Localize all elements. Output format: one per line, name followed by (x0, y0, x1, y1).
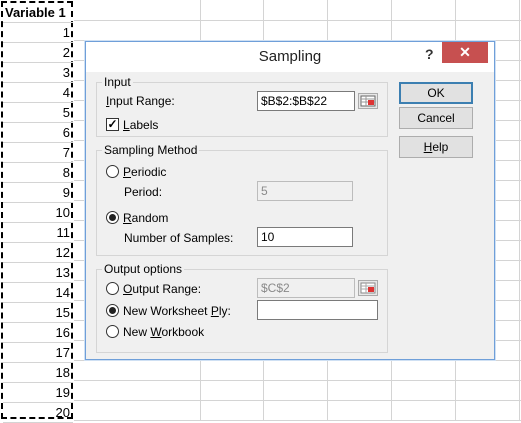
cancel-button[interactable]: Cancel (399, 107, 473, 129)
row-number-cell[interactable]: 5 (3, 103, 73, 123)
row-number-cell[interactable]: 2 (3, 43, 73, 63)
output-range-label: Output Range: (123, 282, 202, 296)
output-range-radio[interactable] (106, 282, 119, 295)
sampling-dialog: Sampling ? ✕ Input Input Range: $B$2:$B$… (85, 41, 495, 360)
row-number-cell[interactable]: 13 (3, 263, 73, 283)
periodic-label: Periodic (123, 165, 167, 179)
period-label: Period: (124, 185, 163, 199)
grid-line (519, 0, 520, 421)
row-number-cell[interactable]: 4 (3, 83, 73, 103)
period-field[interactable]: 5 (257, 181, 353, 201)
row-number-cell[interactable]: 1 (3, 23, 73, 43)
input-range-label: Input Range: (106, 94, 175, 108)
output-collapse-range-icon[interactable] (358, 280, 378, 296)
row-number-cell[interactable]: 7 (3, 143, 73, 163)
selected-column-range[interactable]: Variable 1 1 2 3 4 5 6 7 8 9 10 11 12 13 14 15 16 17 18 19… (1, 1, 73, 423)
row-number-cell[interactable]: 6 (3, 123, 73, 143)
row-number-cell[interactable]: 15 (3, 303, 73, 323)
input-range-label-text: nput Range: (109, 94, 175, 108)
output-range-field[interactable]: $C$2 (257, 278, 355, 298)
row-number-cell[interactable]: 16 (3, 323, 73, 343)
row-number-cell[interactable]: 20 (3, 403, 73, 423)
collapse-range-icon[interactable] (358, 93, 378, 109)
periodic-radio[interactable] (106, 165, 119, 178)
row-number-cell[interactable]: 14 (3, 283, 73, 303)
number-of-samples-label: Number of Samples: (124, 231, 234, 245)
help-question-icon[interactable]: ? (425, 46, 434, 62)
row-number-cell[interactable]: 18 (3, 363, 73, 383)
row-number-cell[interactable]: 17 (3, 343, 73, 363)
number-of-samples-field[interactable]: 10 (257, 227, 353, 247)
new-worksheet-ply-label: New Worksheet Ply: (123, 304, 231, 318)
column-header-cell[interactable]: Variable 1 (3, 3, 73, 23)
sampling-method-label: Sampling Method (102, 143, 200, 157)
range-selector-icon (360, 95, 376, 107)
close-button[interactable]: ✕ (442, 42, 488, 63)
grid-line (74, 360, 521, 361)
labels-checkbox[interactable]: ✓ (106, 118, 119, 131)
input-range-field[interactable]: $B$2:$B$22 (257, 91, 355, 111)
row-number-cell[interactable]: 11 (3, 223, 73, 243)
ok-button[interactable]: OK (399, 82, 473, 104)
new-worksheet-ply-field[interactable] (257, 300, 378, 320)
grid-line (74, 20, 521, 21)
new-workbook-label: New Workbook (123, 325, 205, 339)
row-number-cell[interactable]: 9 (3, 183, 73, 203)
grid-line (74, 400, 521, 401)
row-number-cell[interactable]: 12 (3, 243, 73, 263)
row-number-cell[interactable]: 8 (3, 163, 73, 183)
random-label: Random (123, 211, 169, 225)
row-number-cell[interactable]: 3 (3, 63, 73, 83)
row-number-cell[interactable]: 19 (3, 383, 73, 403)
title-bar[interactable]: Sampling ? ✕ (86, 42, 494, 72)
input-group-label: Input (102, 75, 133, 89)
grid-line (74, 380, 521, 381)
labels-label: Labels (123, 118, 159, 132)
help-button[interactable]: Help (399, 136, 473, 158)
new-workbook-radio[interactable] (106, 325, 119, 338)
output-options-label: Output options (102, 262, 185, 276)
new-worksheet-ply-radio[interactable] (106, 304, 119, 317)
range-selector-icon (360, 282, 376, 294)
random-radio[interactable] (106, 211, 119, 224)
row-number-cell[interactable]: 10 (3, 203, 73, 223)
